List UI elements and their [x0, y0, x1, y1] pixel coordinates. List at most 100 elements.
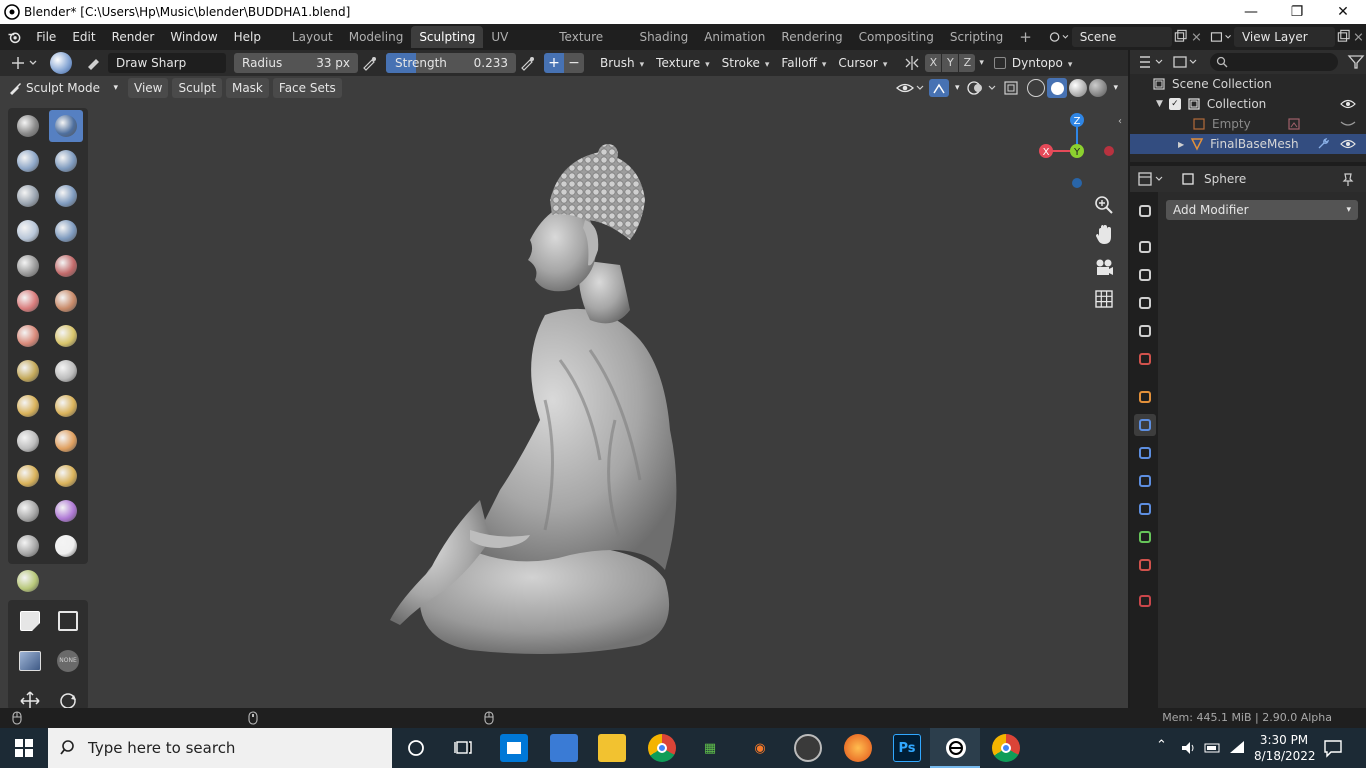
- outliner-row-collection[interactable]: ▼ ✓ Collection: [1130, 94, 1366, 114]
- object-tab-icon[interactable]: [1134, 386, 1156, 408]
- battery-icon[interactable]: [1204, 739, 1222, 757]
- sculpt-brush-tool-18[interactable]: [49, 390, 83, 422]
- xray-toggle-icon[interactable]: [1001, 79, 1023, 97]
- firefox-icon[interactable]: [844, 734, 872, 762]
- tab-texture-paint[interactable]: Texture Paint: [551, 26, 631, 66]
- chevron-down-icon[interactable]: ▾: [979, 58, 984, 68]
- output-tab-icon[interactable]: [1134, 264, 1156, 286]
- sculpt-brush-tool-1[interactable]: [11, 110, 45, 142]
- sculpt-brush-tool-14[interactable]: [49, 320, 83, 352]
- dyntopo-dropdown[interactable]: Dyntopo ▾: [1006, 53, 1078, 73]
- menu-face-sets[interactable]: Face Sets: [272, 78, 342, 98]
- direction-subtract-button[interactable]: −: [564, 53, 584, 73]
- outliner-search-input[interactable]: [1210, 53, 1338, 71]
- display-mode-icon[interactable]: [1170, 53, 1204, 71]
- hand-pan-icon[interactable]: [1093, 224, 1115, 246]
- tab-uv-editing[interactable]: UV Editing: [483, 26, 551, 66]
- sculpt-brush-tool-17[interactable]: [11, 390, 45, 422]
- remove-view-layer-icon[interactable]: [1351, 28, 1366, 46]
- chevron-down-icon[interactable]: ▾: [1113, 83, 1118, 93]
- windows-start-icon[interactable]: [14, 738, 34, 758]
- copy-scene-icon[interactable]: [1172, 28, 1189, 46]
- tab-rendering[interactable]: Rendering: [773, 26, 850, 48]
- blender-taskbar-icon[interactable]: ◉: [746, 734, 774, 762]
- add-modifier-dropdown[interactable]: Add Modifier ▾: [1166, 200, 1358, 220]
- sculpt-brush-tool-10[interactable]: [49, 250, 83, 282]
- volume-icon[interactable]: [1180, 739, 1198, 757]
- blender-active-icon[interactable]: [944, 736, 968, 760]
- radius-pressure-icon[interactable]: [360, 53, 380, 73]
- sculpt-brush-tool-26[interactable]: [49, 530, 83, 562]
- photoshop-icon[interactable]: Ps: [893, 734, 921, 762]
- chevron-down-icon[interactable]: ▾: [955, 83, 960, 93]
- menu-view[interactable]: View: [128, 78, 169, 98]
- tab-modeling[interactable]: Modeling: [341, 26, 412, 48]
- grid-toggle-icon[interactable]: [1093, 288, 1115, 310]
- 3d-viewport[interactable]: Z X Y ‹: [0, 100, 1128, 708]
- sculpt-brush-tool-25[interactable]: [11, 530, 45, 562]
- view-layer-icon[interactable]: [1209, 28, 1232, 46]
- sculpt-brush-tool-11[interactable]: [11, 285, 45, 317]
- sculpt-brush-tool-12[interactable]: [49, 285, 83, 317]
- scene-tab-icon[interactable]: [1134, 320, 1156, 342]
- show-hidden-icons-icon[interactable]: ⌃: [1156, 738, 1167, 753]
- camera-view-icon[interactable]: [1093, 256, 1115, 278]
- data-tab-icon[interactable]: [1134, 526, 1156, 548]
- scene-field[interactable]: Scene: [1071, 27, 1173, 47]
- copy-view-layer-icon[interactable]: [1335, 28, 1352, 46]
- outliner-row-empty[interactable]: Empty: [1130, 114, 1366, 134]
- sculpt-brush-tool-15[interactable]: [11, 355, 45, 387]
- none-button[interactable]: NONE: [51, 645, 85, 677]
- dyntopo-checkbox[interactable]: [993, 57, 1006, 69]
- sidebar-toggle-icon[interactable]: ‹: [1118, 116, 1122, 127]
- sculpt-brush-tool-24[interactable]: [49, 495, 83, 527]
- close-window-button[interactable]: ✕: [1320, 4, 1366, 20]
- menu-sculpt[interactable]: Sculpt: [172, 78, 222, 98]
- mask-box-button[interactable]: [51, 605, 85, 637]
- app-green-icon[interactable]: ▦: [696, 734, 724, 762]
- sculpt-brush-tool-8[interactable]: [49, 215, 83, 247]
- falloff-dropdown[interactable]: Falloff ▾: [775, 53, 832, 73]
- sculpt-brush-tool-9[interactable]: [11, 250, 45, 282]
- menu-edit[interactable]: Edit: [64, 27, 103, 47]
- cortana-icon[interactable]: [406, 738, 426, 758]
- outliner-editor-icon[interactable]: [1136, 53, 1170, 71]
- sculpt-brush-tool-23[interactable]: [11, 495, 45, 527]
- menu-render[interactable]: Render: [104, 27, 163, 47]
- expand-arrow-icon[interactable]: ▶: [1178, 140, 1184, 149]
- pin-icon[interactable]: [1340, 171, 1356, 187]
- tab-compositing[interactable]: Compositing: [851, 26, 942, 48]
- sculpt-brush-tool-3[interactable]: [11, 145, 45, 177]
- task-view-icon[interactable]: [454, 738, 474, 758]
- taskbar-search-box[interactable]: Type here to search: [48, 728, 392, 768]
- restore-button[interactable]: ❐: [1274, 4, 1320, 20]
- modifier-tab-icon[interactable]: [1134, 414, 1156, 436]
- add-workspace-button[interactable]: +: [1011, 26, 1040, 48]
- minimize-button[interactable]: —: [1228, 4, 1274, 20]
- menu-help[interactable]: Help: [226, 27, 269, 47]
- sculpt-brush-tool-16[interactable]: [49, 355, 83, 387]
- buddha-sculpt-mesh[interactable]: [0, 100, 1128, 708]
- brush-preview-icon[interactable]: [50, 52, 72, 74]
- blender-menu-icon[interactable]: [6, 28, 24, 46]
- strength-slider[interactable]: Strength 0.233: [386, 53, 516, 73]
- shading-material-button[interactable]: [1069, 79, 1088, 97]
- sculpt-brush-tool-6[interactable]: [49, 180, 83, 212]
- shading-rendered-button[interactable]: [1089, 79, 1108, 97]
- view-layer-field[interactable]: View Layer: [1233, 27, 1335, 47]
- remove-scene-icon[interactable]: [1189, 28, 1204, 46]
- sculpt-brush-tool-22[interactable]: [49, 460, 83, 492]
- radius-slider[interactable]: Radius 33 px: [234, 53, 358, 73]
- sculpt-brush-tool-21[interactable]: [11, 460, 45, 492]
- file-explorer-icon[interactable]: [598, 734, 626, 762]
- material-tab-icon[interactable]: [1134, 554, 1156, 576]
- tab-shading[interactable]: Shading: [631, 26, 696, 48]
- physics-tab-icon[interactable]: [1134, 470, 1156, 492]
- tab-scripting[interactable]: Scripting: [942, 26, 1011, 48]
- sculpt-brush-tool-5[interactable]: [11, 180, 45, 212]
- clock[interactable]: 3:30 PM 8/18/2022: [1254, 732, 1316, 764]
- mirror-y-toggle[interactable]: Y: [942, 54, 959, 72]
- brush-dropdown[interactable]: Brush ▾: [594, 53, 650, 73]
- expand-arrow-icon[interactable]: ▼: [1156, 99, 1163, 109]
- tab-layout[interactable]: Layout: [284, 26, 341, 48]
